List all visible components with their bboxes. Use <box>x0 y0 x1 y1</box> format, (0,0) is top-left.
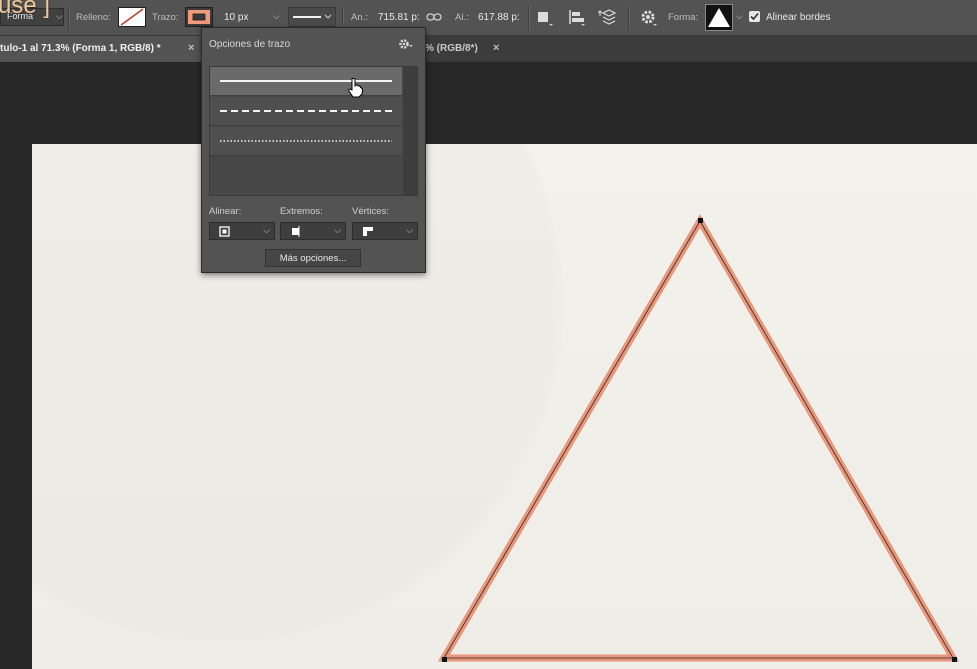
align-edges-checkbox[interactable] <box>749 11 760 22</box>
panel-settings-gear-icon[interactable] <box>398 37 414 51</box>
dotted-line-icon <box>220 140 392 142</box>
separator <box>68 5 70 30</box>
path-alignment-icon[interactable] <box>567 8 587 26</box>
tab-label: % (RGB/8*) <box>425 43 478 54</box>
stroke-corners-select[interactable]: ⌵ <box>352 222 418 240</box>
list-scrollbar[interactable] <box>403 67 417 195</box>
butt-cap-icon <box>292 226 300 237</box>
no-fill-icon <box>120 8 144 26</box>
align-label: Alinear: <box>209 206 242 217</box>
shape-label: Forma: <box>668 12 699 23</box>
tab-label: tulo-1 al 71.3% (Forma 1, RGB/8) * <box>0 43 161 54</box>
chevron-down-icon: ⌵ <box>406 225 413 235</box>
anchor-point[interactable] <box>698 218 703 223</box>
hand-cursor-icon <box>348 78 363 98</box>
tab-document-1[interactable]: tulo-1 al 71.3% (Forma 1, RGB/8) * × <box>0 36 202 62</box>
more-options-button[interactable]: Más opciones... <box>265 249 361 267</box>
align-inside-icon <box>219 226 230 237</box>
stroke-style-list <box>209 66 418 196</box>
close-icon[interactable]: × <box>188 42 194 54</box>
stroke-width-chevron-icon[interactable]: ⌵ <box>273 11 280 22</box>
chevron-down-icon[interactable]: ⌵ <box>56 11 63 22</box>
separator <box>628 5 630 30</box>
anchor-point[interactable] <box>442 657 447 662</box>
stroke-color-icon <box>188 10 210 24</box>
miter-corner-icon <box>363 227 373 236</box>
stroke-align-select[interactable]: ⌵ <box>209 222 275 240</box>
fill-label: Relleno: <box>76 12 111 23</box>
chevron-down-icon: ⌵ <box>334 225 341 235</box>
document-tab-bar: tulo-1 al 71.3% (Forma 1, RGB/8) * × % (… <box>0 36 977 63</box>
caps-label: Extremos: <box>280 206 323 217</box>
anchor-point[interactable] <box>952 657 957 662</box>
fill-swatch[interactable] <box>118 7 146 27</box>
solid-line-icon <box>220 80 392 82</box>
link-icon[interactable] <box>426 11 442 23</box>
stroke-width-value[interactable]: 10 px <box>224 12 248 23</box>
stroke-style-dashed[interactable] <box>210 97 402 126</box>
stroke-swatch[interactable] <box>185 7 213 27</box>
gear-icon[interactable] <box>638 8 658 26</box>
mouse-overlay-label: use ] <box>0 0 51 19</box>
chevron-down-icon: ⌵ <box>263 225 270 235</box>
height-label: Al.: <box>455 12 469 23</box>
stroke-style-dotted[interactable] <box>210 127 402 156</box>
path-arrangement-icon[interactable] <box>598 8 618 26</box>
path-operations-icon[interactable] <box>535 8 555 26</box>
stroke-style-select[interactable] <box>288 7 336 27</box>
corners-label: Vértices: <box>352 206 389 217</box>
stroke-options-panel: Opciones de trazo Alinear: Extremos: Vér… <box>201 27 426 273</box>
separator <box>528 5 530 30</box>
stroke-label: Trazo: <box>152 12 179 23</box>
triangle-shape-icon <box>708 8 730 27</box>
align-edges-label[interactable]: Alinear bordes <box>766 12 830 23</box>
close-icon[interactable]: × <box>493 42 499 54</box>
check-icon <box>750 12 759 21</box>
triangle-shape[interactable] <box>32 144 977 669</box>
panel-title: Opciones de trazo <box>209 39 291 50</box>
document-canvas[interactable] <box>32 144 977 669</box>
shape-picker[interactable] <box>705 4 733 31</box>
tab-document-2[interactable]: % (RGB/8*) × <box>425 36 515 62</box>
stroke-style-solid[interactable] <box>210 67 402 96</box>
width-value[interactable]: 715.81 p: <box>378 12 420 23</box>
width-label: An.: <box>351 12 368 23</box>
height-value[interactable]: 617.88 p: <box>478 12 520 23</box>
shape-chevron-icon[interactable]: ⌵ <box>736 11 743 22</box>
stroke-caps-select[interactable]: ⌵ <box>280 222 346 240</box>
dashed-line-icon <box>220 110 392 112</box>
solid-line-icon <box>293 14 332 19</box>
options-bar: Forma use ] ⌵ Relleno: Trazo: 10 px ⌵ An… <box>0 0 977 36</box>
